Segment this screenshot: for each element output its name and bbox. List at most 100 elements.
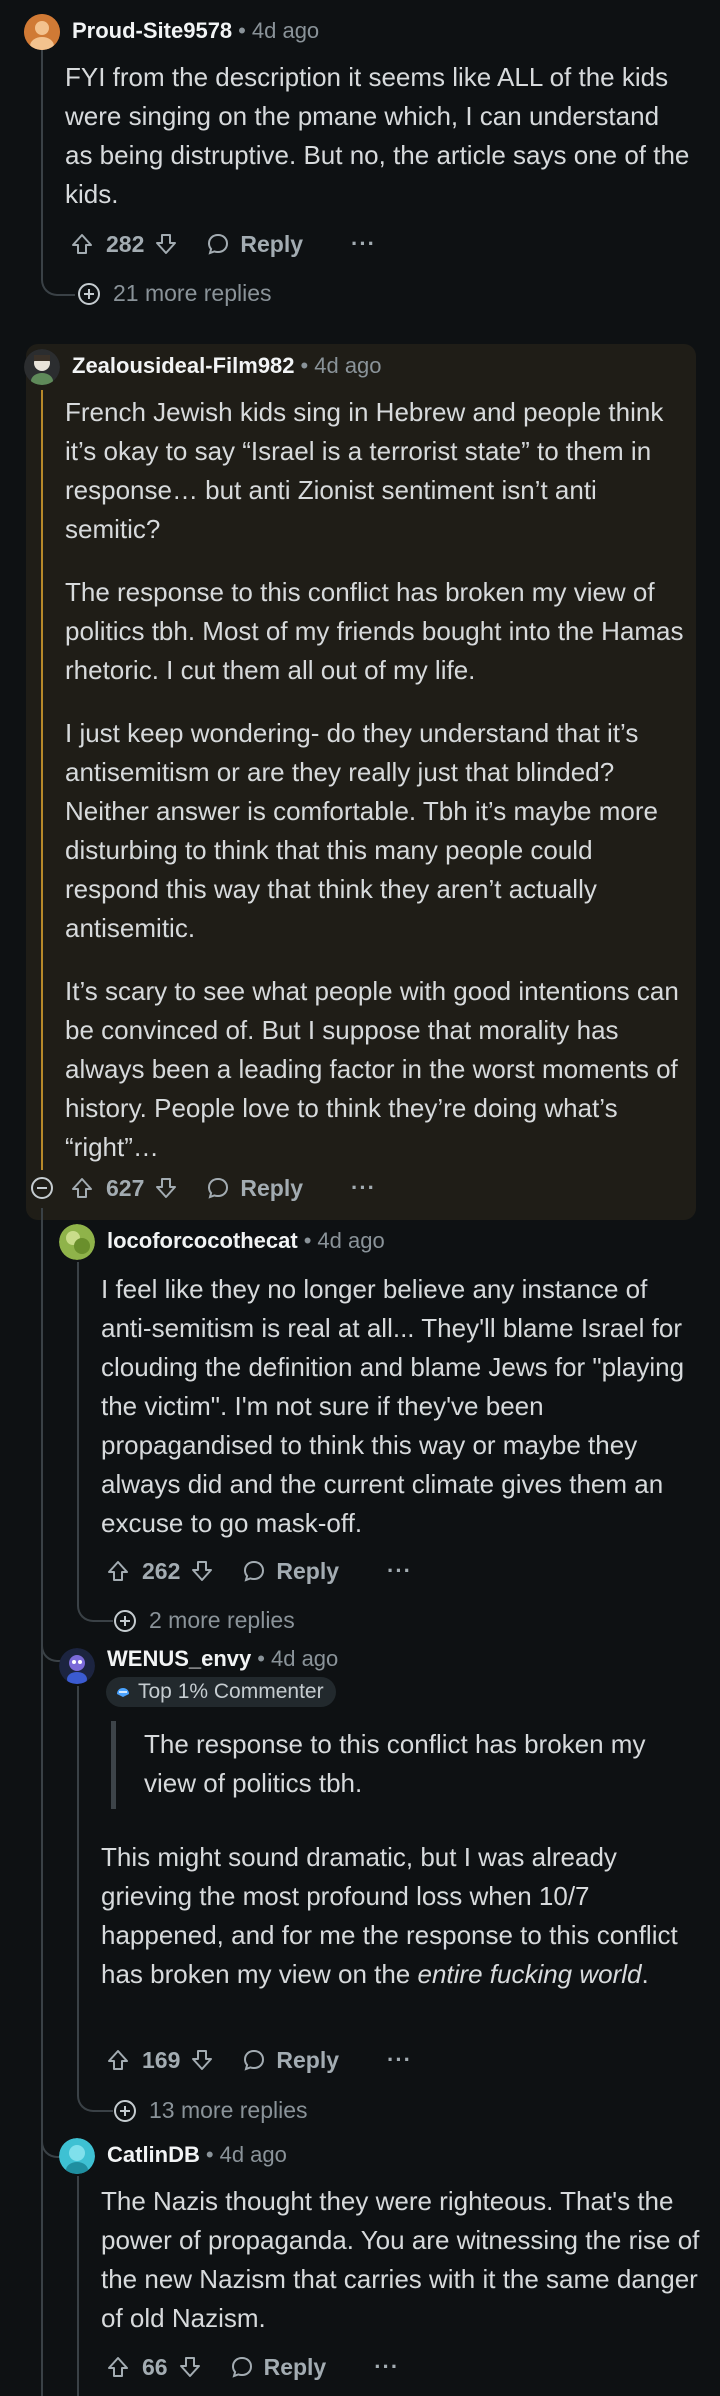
vote-count: 282 <box>106 230 145 257</box>
vote-count: 66 <box>142 2353 168 2380</box>
thread-elbow-more-replies-1 <box>41 270 75 296</box>
reply-label: Reply <box>240 1174 304 1201</box>
expand-plus-icon <box>114 1609 136 1632</box>
thread-line-comment-1[interactable] <box>41 44 43 274</box>
user-avatar-icon <box>24 14 60 50</box>
top-commenter-badge[interactable]: Top 1% Commenter <box>106 1677 336 1707</box>
quote-text: The response to this conflict has broken… <box>144 1729 646 1798</box>
user-avatar-icon <box>59 2138 95 2174</box>
comment-text-end: . <box>641 1959 649 1989</box>
thread-line-comment-3[interactable] <box>77 1262 79 1590</box>
comment-paragraph: The Nazis thought they were righteous. T… <box>101 2186 700 2333</box>
user-avatar-icon <box>59 1648 95 1684</box>
username[interactable]: Zealousideal-Film982 <box>72 353 295 378</box>
comment-actions: 262 Reply ··· <box>106 1549 412 1593</box>
username[interactable]: locoforcocothecat <box>107 1228 298 1253</box>
upvote-icon[interactable] <box>70 1176 94 1200</box>
avatar[interactable] <box>59 2138 95 2174</box>
more-options-button[interactable]: ··· <box>387 2047 412 2073</box>
comment-paragraph: FYI from the description it seems like A… <box>65 62 690 209</box>
thread-line-comment-5[interactable] <box>77 2176 79 2396</box>
more-options-button[interactable]: ··· <box>387 1558 412 1584</box>
reply-label: Reply <box>240 230 304 257</box>
comment-paragraph: It’s scary to see what people with good … <box>65 976 679 1162</box>
username[interactable]: WENUS_envy <box>107 1646 251 1671</box>
comment-meta: Zealousideal-Film982 • 4d ago <box>72 352 382 380</box>
more-options-button[interactable]: ··· <box>351 231 376 257</box>
timestamp: 4d ago <box>314 353 382 378</box>
reply-button[interactable]: Reply <box>206 231 303 258</box>
comment-actions: 627 Reply ··· <box>70 1166 376 1210</box>
reply-button[interactable]: Reply <box>242 2047 339 2074</box>
reply-bubble-icon <box>231 2356 252 2378</box>
more-replies-label: 13 more replies <box>149 2097 308 2123</box>
timestamp: 4d ago <box>251 18 320 43</box>
comment-body: FYI from the description it seems like A… <box>65 58 690 236</box>
upvote-icon[interactable] <box>70 232 94 256</box>
comment-body: French Jewish kids sing in Hebrew and pe… <box>65 393 690 1189</box>
expand-plus-icon <box>114 2099 136 2122</box>
reply-button[interactable]: Reply <box>206 1175 303 1202</box>
comment-meta: WENUS_envy • 4d ago <box>107 1645 338 1673</box>
thread-line-comment-2[interactable] <box>41 390 43 1170</box>
upvote-icon[interactable] <box>106 2355 130 2379</box>
comment-paragraph: I just keep wondering- do they understan… <box>65 718 658 943</box>
more-replies-button[interactable]: 2 more replies <box>113 1607 295 1634</box>
reply-bubble-icon <box>208 233 229 255</box>
comment-meta: locoforcocothecat • 4d ago <box>107 1227 385 1255</box>
timestamp: 4d ago <box>317 1228 385 1253</box>
more-replies-label: 2 more replies <box>149 1607 295 1633</box>
reply-label: Reply <box>276 1557 340 1584</box>
upvote-icon[interactable] <box>106 2048 130 2072</box>
collapse-minus-icon[interactable] <box>30 1176 54 1200</box>
comment-paragraph: French Jewish kids sing in Hebrew and pe… <box>65 397 664 544</box>
more-replies-label: 21 more replies <box>113 280 272 306</box>
comment-actions: 169 Reply ··· <box>106 2038 412 2082</box>
vote-count: 169 <box>142 2046 181 2073</box>
timestamp: 4d ago <box>219 2142 287 2167</box>
thread-line-comment-4[interactable] <box>77 1686 79 2078</box>
comment-paragraph: The response to this conflict has broken… <box>65 577 684 685</box>
meta-separator: • <box>205 2142 214 2167</box>
reply-button[interactable]: Reply <box>242 1558 339 1585</box>
downvote-icon[interactable] <box>154 232 178 256</box>
username[interactable]: CatlinDB <box>107 2142 200 2167</box>
more-replies-button[interactable]: 21 more replies <box>77 280 272 307</box>
downvote-icon[interactable] <box>154 1176 178 1200</box>
more-options-button[interactable]: ··· <box>374 2354 399 2380</box>
thread-elbow-comment-4 <box>41 1630 61 1662</box>
meta-separator: • <box>257 1646 265 1671</box>
top-commenter-icon <box>117 1688 129 1697</box>
avatar[interactable] <box>24 349 60 385</box>
thread-line-comment-2-children[interactable] <box>41 1208 43 2396</box>
quoted-text: The response to this conflict has broken… <box>111 1721 664 1809</box>
meta-separator: • <box>238 18 246 43</box>
comment-paragraph: This might sound dramatic, but I was alr… <box>101 1838 701 1994</box>
username[interactable]: Proud-Site9578 <box>72 18 232 43</box>
reply-label: Reply <box>276 2046 340 2073</box>
reply-bubble-icon <box>244 2049 265 2071</box>
avatar[interactable] <box>24 14 60 50</box>
vote-count: 627 <box>106 1174 145 1201</box>
reply-bubble-icon <box>208 1177 229 1199</box>
comment-body: I feel like they no longer believe any i… <box>101 1270 701 1565</box>
comment-actions: 66 Reply ··· <box>106 2345 399 2389</box>
timestamp: 4d ago <box>270 1646 339 1671</box>
comment-meta: Proud-Site9578 • 4d ago <box>72 17 319 45</box>
comment-paragraph: I feel like they no longer believe any i… <box>101 1274 685 1538</box>
avatar[interactable] <box>59 1648 95 1684</box>
upvote-icon[interactable] <box>106 1559 130 1583</box>
downvote-icon[interactable] <box>190 1559 214 1583</box>
downvote-icon[interactable] <box>190 2048 214 2072</box>
more-replies-button[interactable]: 13 more replies <box>113 2097 308 2124</box>
downvote-icon[interactable] <box>178 2355 202 2379</box>
user-avatar-icon <box>59 1224 95 1260</box>
reply-button[interactable]: Reply <box>230 2354 326 2381</box>
more-options-button[interactable]: ··· <box>351 1175 376 1201</box>
user-avatar-icon <box>24 349 60 385</box>
avatar[interactable] <box>59 1224 95 1260</box>
expand-plus-icon <box>78 282 100 305</box>
comment-meta: CatlinDB • 4d ago <box>107 2141 287 2169</box>
reply-bubble-icon <box>244 1560 265 1582</box>
thread-elbow-comment-5 <box>41 2126 61 2158</box>
